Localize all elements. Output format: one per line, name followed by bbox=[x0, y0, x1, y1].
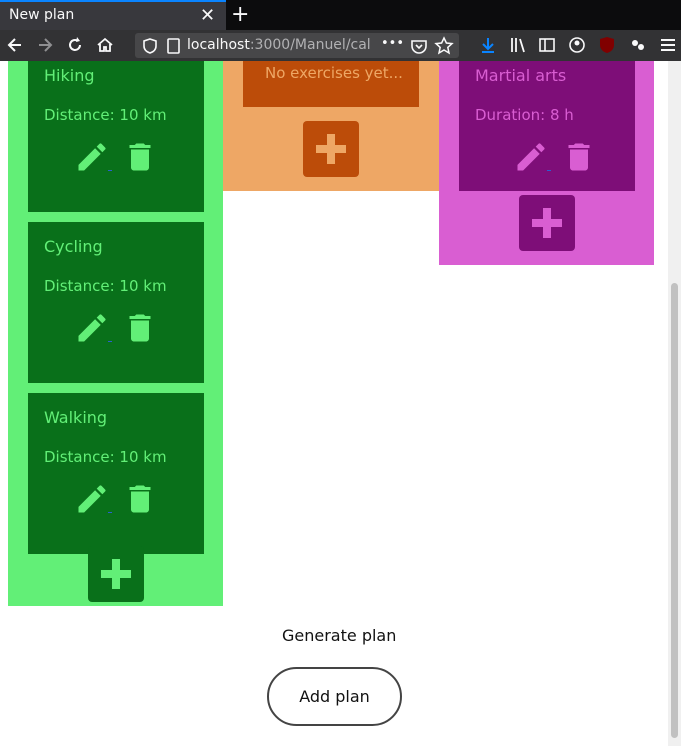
trash-icon[interactable] bbox=[122, 310, 158, 346]
scrollbar-thumb[interactable] bbox=[671, 283, 678, 738]
home-icon[interactable] bbox=[95, 35, 115, 55]
card-actions bbox=[74, 481, 164, 521]
extension-icon[interactable] bbox=[628, 35, 648, 55]
trash-icon[interactable] bbox=[122, 481, 158, 517]
card-actions bbox=[74, 310, 164, 350]
reload-icon[interactable] bbox=[65, 35, 85, 55]
plus-icon bbox=[532, 208, 562, 238]
add-exercise-button[interactable] bbox=[88, 546, 144, 602]
add-plan-button[interactable]: Add plan bbox=[267, 667, 402, 726]
plus-icon bbox=[101, 559, 131, 589]
edit-icon[interactable] bbox=[74, 139, 110, 175]
exercise-column-orange: No exercises yet... bbox=[223, 61, 439, 191]
exercise-distance: Distance: 10 km bbox=[44, 106, 167, 124]
page-scrollbar[interactable] bbox=[668, 61, 681, 746]
link-underline bbox=[108, 170, 112, 171]
page-actions-icon[interactable]: ••• bbox=[381, 36, 404, 51]
ublock-icon[interactable] bbox=[597, 35, 617, 55]
shield-icon[interactable] bbox=[140, 36, 160, 56]
empty-state-text: No exercises yet... bbox=[265, 64, 403, 82]
exercise-name: Martial arts bbox=[475, 66, 567, 85]
generate-plan-text[interactable]: Generate plan bbox=[282, 626, 396, 645]
page-content: Hiking Distance: 10 km Cycling Distance:… bbox=[0, 61, 668, 746]
url-text: localhost:3000/Manuel/cal bbox=[187, 37, 375, 53]
bookmark-star-icon[interactable] bbox=[434, 36, 454, 56]
account-icon[interactable] bbox=[567, 35, 587, 55]
exercise-column-green: Hiking Distance: 10 km Cycling Distance:… bbox=[8, 61, 223, 606]
sidebar-icon[interactable] bbox=[537, 35, 557, 55]
page-info-icon[interactable] bbox=[163, 36, 183, 56]
forward-icon[interactable] bbox=[35, 35, 55, 55]
exercise-name: Hiking bbox=[44, 66, 95, 85]
empty-state-box: No exercises yet... bbox=[243, 61, 419, 107]
library-icon[interactable] bbox=[508, 35, 528, 55]
url-path: :3000/Manuel/cal bbox=[249, 37, 371, 53]
browser-tab[interactable]: New plan ✕ bbox=[0, 0, 226, 30]
add-exercise-button[interactable] bbox=[303, 121, 359, 177]
exercise-column-pink: Martial arts Duration: 8 h bbox=[439, 61, 654, 265]
exercise-distance: Distance: 10 km bbox=[44, 448, 167, 466]
exercise-card: Hiking Distance: 10 km bbox=[28, 61, 204, 212]
link-underline bbox=[108, 512, 112, 513]
exercise-distance: Distance: 10 km bbox=[44, 277, 167, 295]
link-underline bbox=[547, 170, 551, 171]
exercise-card: Martial arts Duration: 8 h bbox=[459, 61, 635, 191]
trash-icon[interactable] bbox=[122, 139, 158, 175]
edit-icon[interactable] bbox=[74, 310, 110, 346]
back-icon[interactable] bbox=[5, 35, 25, 55]
edit-icon[interactable] bbox=[74, 481, 110, 517]
downloads-icon[interactable] bbox=[478, 35, 498, 55]
link-underline bbox=[108, 341, 112, 342]
url-host: localhost bbox=[187, 37, 250, 53]
browser-toolbar: localhost:3000/Manuel/cal ••• bbox=[0, 30, 681, 61]
exercise-name: Cycling bbox=[44, 237, 103, 256]
new-tab-button[interactable]: + bbox=[231, 2, 249, 28]
tab-title: New plan bbox=[9, 7, 75, 23]
card-actions bbox=[505, 139, 595, 179]
exercise-card: Cycling Distance: 10 km bbox=[28, 222, 204, 383]
card-actions bbox=[74, 139, 164, 179]
pocket-icon[interactable] bbox=[409, 36, 429, 56]
exercise-name: Walking bbox=[44, 408, 108, 427]
url-bar[interactable]: localhost:3000/Manuel/cal ••• bbox=[135, 33, 459, 58]
add-exercise-button[interactable] bbox=[519, 195, 575, 251]
edit-icon[interactable] bbox=[513, 139, 549, 175]
plus-icon bbox=[316, 134, 346, 164]
exercise-card: Walking Distance: 10 km bbox=[28, 393, 204, 554]
tab-close-icon[interactable]: ✕ bbox=[200, 5, 215, 27]
browser-tab-strip: New plan ✕ + bbox=[0, 0, 681, 30]
trash-icon[interactable] bbox=[561, 139, 597, 175]
menu-icon[interactable] bbox=[658, 35, 678, 55]
exercise-duration: Duration: 8 h bbox=[475, 106, 574, 124]
